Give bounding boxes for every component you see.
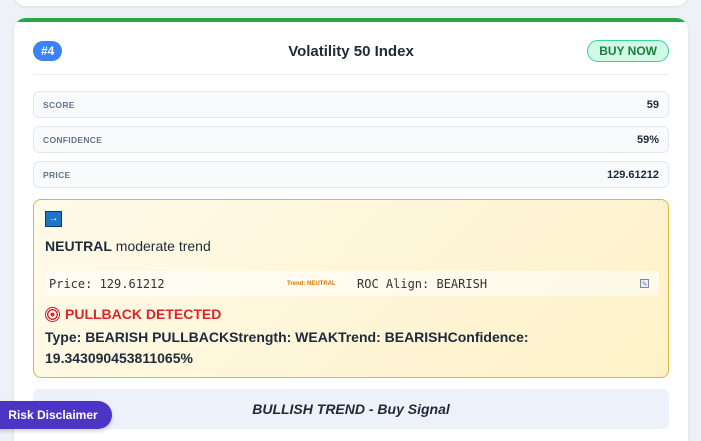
trend-description: moderate trend bbox=[115, 238, 211, 254]
previous-card-bottom bbox=[14, 0, 688, 6]
right-arrow-icon: → bbox=[45, 211, 62, 227]
trend-state: NEUTRAL bbox=[45, 238, 112, 254]
pullback-heading: PULLBACK DETECTED bbox=[45, 306, 221, 322]
metric-label: CONFIDENCE bbox=[43, 134, 103, 145]
metric-price: PRICE 129.61212 bbox=[33, 161, 669, 188]
asset-name: Volatility 50 Index bbox=[288, 42, 414, 60]
info-price: Price: 129.61212 bbox=[49, 276, 165, 291]
card-accent-bar bbox=[14, 18, 688, 22]
info-trend-tag: Trend: NEUTRAL bbox=[287, 280, 336, 287]
target-icon bbox=[45, 306, 60, 322]
pullback-details: Type: BEARISH PULLBACKStrength: WEAKTren… bbox=[45, 329, 529, 366]
header-divider bbox=[33, 74, 669, 75]
metric-label: PRICE bbox=[43, 169, 71, 180]
signal-summary-bar: BULLISH TREND - Buy Signal bbox=[33, 389, 669, 429]
metric-value: 129.61212 bbox=[607, 168, 659, 181]
trend-summary: NEUTRAL moderate trend bbox=[45, 238, 211, 254]
risk-disclaimer-button[interactable]: Risk Disclaimer bbox=[0, 401, 112, 429]
metric-confidence: CONFIDENCE 59% bbox=[33, 126, 669, 153]
expand-icon[interactable] bbox=[640, 279, 649, 288]
buy-now-badge[interactable]: BUY NOW bbox=[587, 40, 669, 62]
trend-info-row: Price: 129.61212 Trend: NEUTRAL ROC Alig… bbox=[45, 271, 659, 296]
trend-analysis-box: → NEUTRAL moderate trend Price: 129.6121… bbox=[33, 199, 669, 378]
metric-value: 59% bbox=[636, 133, 659, 146]
metric-label: SCORE bbox=[43, 99, 75, 110]
signal-card: #4 Volatility 50 Index BUY NOW SCORE 59 … bbox=[14, 18, 688, 441]
pullback-title: PULLBACK DETECTED bbox=[65, 306, 222, 322]
info-roc-align: ROC Align: BEARISH bbox=[357, 276, 488, 291]
metric-score: SCORE 59 bbox=[33, 91, 669, 118]
card-header: #4 Volatility 50 Index BUY NOW bbox=[33, 40, 669, 62]
metric-value: 59 bbox=[646, 98, 659, 111]
rank-badge: #4 bbox=[33, 41, 63, 61]
